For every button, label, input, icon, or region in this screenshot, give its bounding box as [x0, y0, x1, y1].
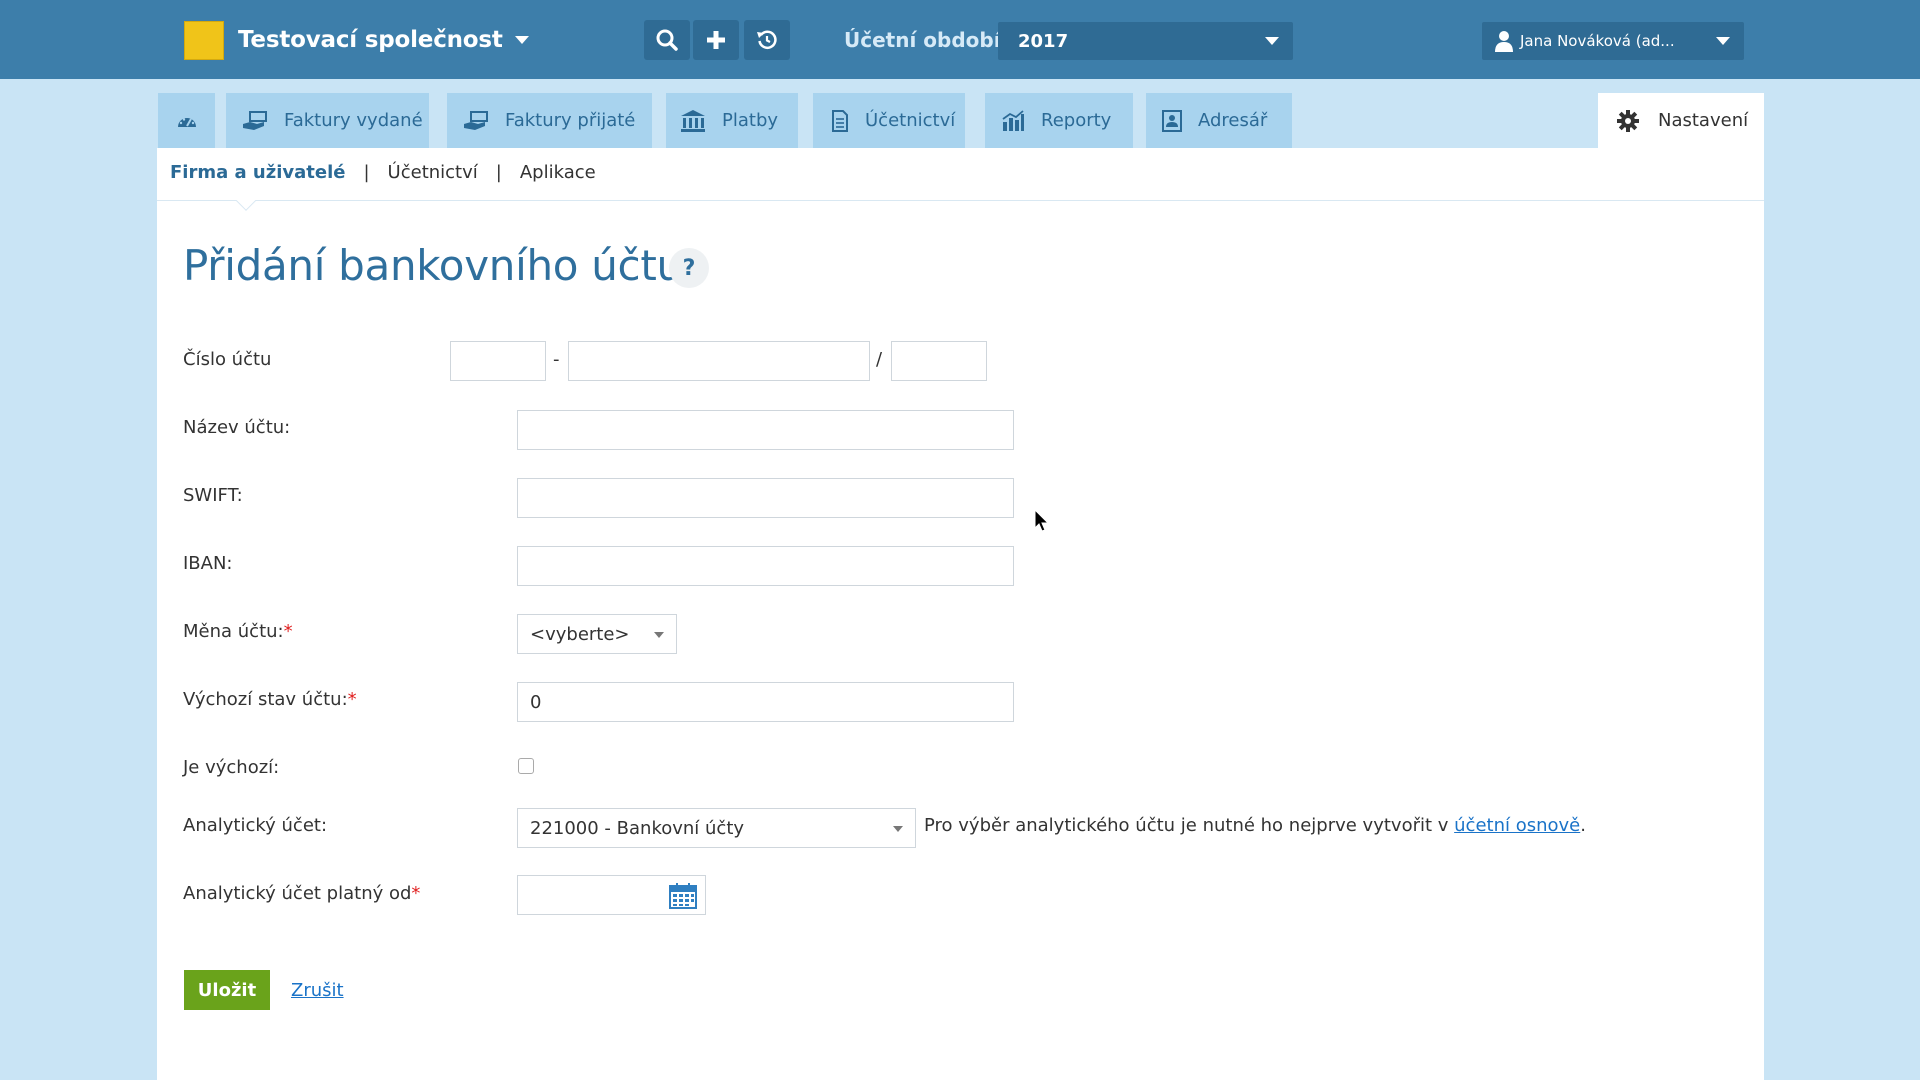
initial-balance-input[interactable] [517, 682, 1014, 722]
gear-icon [1617, 109, 1639, 132]
subnav-applications[interactable]: Aplikace [520, 162, 596, 183]
currency-label-text: Měna účtu: [183, 621, 284, 642]
subnav-divider [157, 200, 1764, 201]
tab-received-invoices[interactable]: Faktury přijaté [447, 93, 652, 148]
plus-icon [707, 31, 725, 49]
account-dash: - [553, 349, 560, 370]
currency-value: <vyberte> [530, 623, 630, 645]
sub-navigation: Firma a uživatelé | Účetnictví | Aplikac… [170, 162, 596, 183]
history-icon [757, 30, 777, 50]
history-button[interactable] [744, 20, 790, 60]
chevron-down-icon [514, 36, 529, 44]
subnav-separator: | [363, 162, 370, 183]
tab-label: Faktury vydané [284, 110, 423, 131]
mouse-cursor-icon [1034, 509, 1050, 532]
iban-input[interactable] [517, 546, 1014, 586]
help-button[interactable]: ? [669, 248, 709, 288]
chevron-down-icon [1716, 37, 1730, 45]
initial-balance-label-text: Výchozí stav účtu: [183, 689, 348, 710]
tab-payments[interactable]: Platby [666, 93, 798, 148]
chevron-down-icon [893, 826, 903, 832]
tab-label: Faktury přijaté [505, 110, 636, 131]
analytic-hint-text: Pro výběr analytického účtu je nutné ho … [924, 815, 1455, 836]
iban-label: IBAN: [183, 553, 233, 574]
document-icon [832, 109, 848, 132]
period-select[interactable]: 2017 [998, 22, 1293, 60]
contact-icon [1162, 109, 1182, 132]
subnav-active-pointer [236, 191, 256, 211]
settings-label: Nastavení [1658, 110, 1749, 131]
analytic-account-select[interactable]: 221000 - Bankovní účty [517, 808, 916, 848]
user-menu[interactable]: Jana Nováková (ad... [1482, 22, 1744, 60]
tab-label: Účetnictví [865, 110, 956, 131]
analytic-valid-from-label: Analytický účet platný od* [183, 883, 420, 904]
initial-balance-label: Výchozí stav účtu:* [183, 689, 357, 710]
tab-address-book[interactable]: Adresář [1146, 93, 1292, 148]
add-button[interactable] [693, 20, 739, 60]
bank-icon [681, 109, 705, 132]
tab-label: Platby [722, 110, 779, 131]
tab-label: Adresář [1198, 110, 1268, 131]
hand-money-icon [243, 110, 267, 130]
chevron-down-icon [1265, 37, 1279, 45]
search-button[interactable] [644, 20, 690, 60]
required-mark: * [411, 883, 421, 904]
bank-code-input[interactable] [891, 341, 987, 381]
company-switcher[interactable]: Testovací společnost [184, 20, 529, 60]
period-value: 2017 [1018, 30, 1069, 52]
is-default-label: Je výchozí: [183, 757, 280, 778]
account-prefix-input[interactable] [450, 341, 546, 381]
tab-issued-invoices[interactable]: Faktury vydané [226, 93, 429, 148]
subnav-separator: | [495, 162, 502, 183]
analytic-account-value: 221000 - Bankovní účty [530, 817, 745, 839]
analytic-account-label: Analytický účet: [183, 815, 328, 836]
swift-input[interactable] [517, 478, 1014, 518]
tab-reports[interactable]: Reporty [985, 93, 1133, 148]
currency-select[interactable]: <vyberte> [517, 614, 677, 654]
company-name: Testovací společnost [238, 27, 503, 53]
cancel-link[interactable]: Zrušit [291, 980, 344, 1001]
save-button[interactable]: Uložit [184, 970, 270, 1010]
tab-accounting[interactable]: Účetnictví [813, 93, 965, 148]
account-number-input[interactable] [568, 341, 870, 381]
analytic-hint: Pro výběr analytického účtu je nutné ho … [924, 815, 1586, 836]
company-logo [184, 20, 224, 60]
bar-chart-icon [1002, 109, 1024, 131]
analytic-hint-end: . [1580, 815, 1586, 836]
user-icon [1495, 31, 1513, 52]
is-default-checkbox[interactable] [518, 758, 534, 774]
subnav-company-users[interactable]: Firma a uživatelé [170, 162, 345, 183]
analytic-valid-from-input[interactable] [518, 876, 658, 914]
analytic-valid-from-label-text: Analytický účet platný od [183, 883, 412, 904]
calendar-icon[interactable] [669, 883, 697, 909]
content-panel: Firma a uživatelé | Účetnictví | Aplikac… [157, 148, 1764, 1080]
tab-settings[interactable]: Nastavení [1598, 93, 1764, 148]
top-bar: Testovací společnost Účetní období: 2017… [0, 0, 1920, 79]
tab-dashboard[interactable] [158, 93, 215, 148]
chevron-down-icon [654, 632, 664, 638]
required-mark: * [283, 621, 293, 642]
account-number-label: Číslo účtu [183, 349, 272, 370]
required-mark: * [347, 689, 357, 710]
user-name: Jana Nováková (ad... [1520, 32, 1675, 50]
search-icon [656, 29, 678, 51]
page-title: Přidání bankovního účtu [183, 241, 683, 290]
subnav-accounting[interactable]: Účetnictví [388, 162, 478, 183]
account-name-input[interactable] [517, 410, 1014, 450]
tab-label: Reporty [1041, 110, 1112, 131]
hand-money-icon [464, 110, 488, 130]
swift-label: SWIFT: [183, 485, 243, 506]
date-picker [517, 875, 706, 915]
account-name-label: Název účtu: [183, 417, 291, 438]
dashboard-icon [177, 117, 196, 127]
period-label: Účetní období: [844, 28, 1009, 52]
account-slash: / [876, 349, 883, 370]
currency-label: Měna účtu:* [183, 621, 293, 642]
chart-of-accounts-link[interactable]: účetní osnově [1454, 815, 1580, 836]
